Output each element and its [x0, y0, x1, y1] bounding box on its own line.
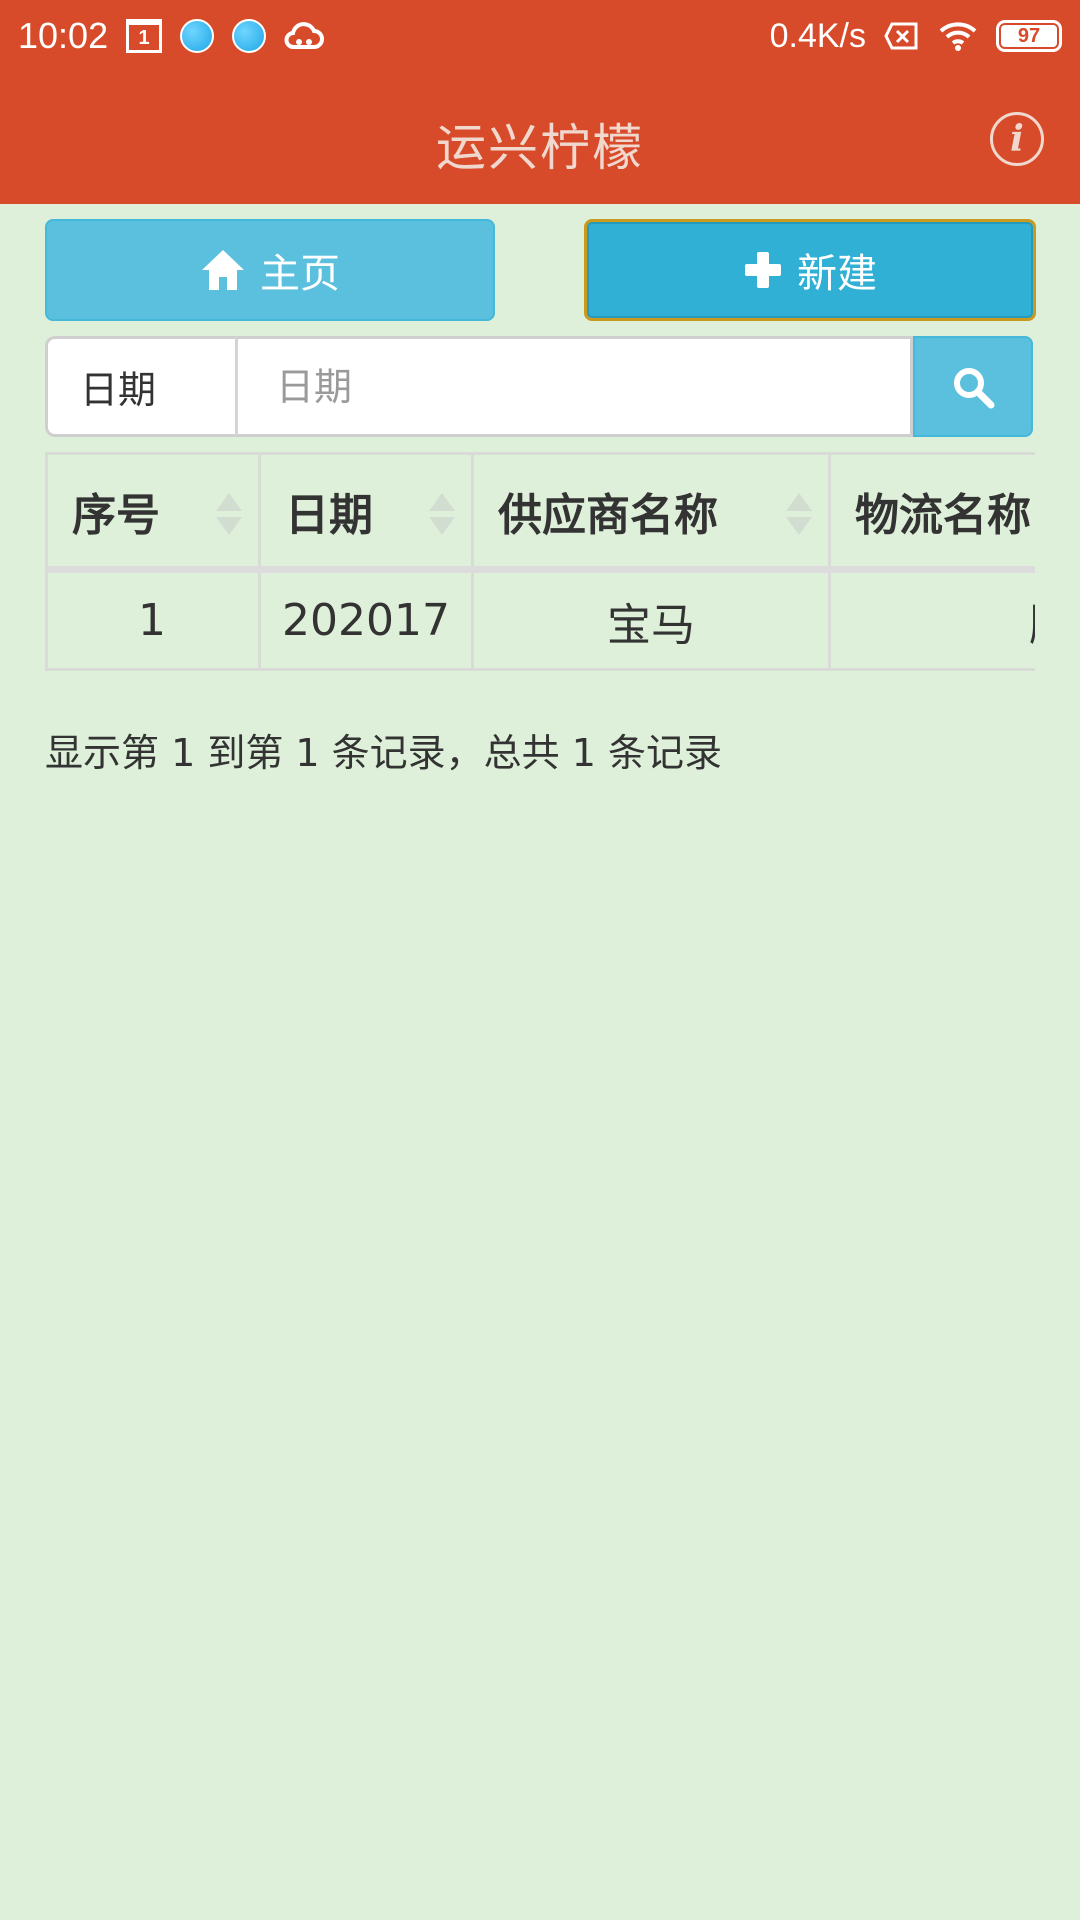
sort-icon: [216, 493, 242, 535]
battery-level: 97: [1001, 25, 1057, 47]
new-button[interactable]: 新建: [584, 219, 1036, 321]
cell-supplier: 宝马: [471, 568, 831, 671]
search-icon: [954, 367, 995, 408]
cell-logistics: 顺丰: [828, 568, 1035, 671]
column-header-logistics[interactable]: 物流名称: [828, 452, 1035, 573]
search-button[interactable]: [913, 336, 1033, 437]
info-icon[interactable]: i: [990, 112, 1044, 166]
sim-error-icon: [884, 22, 920, 50]
app-notification-icon: [180, 19, 215, 53]
sort-icon: [429, 493, 455, 535]
network-speed: 0.4K/s: [769, 16, 866, 55]
status-bar: 10:02 1 0.4K/s 97: [0, 0, 1080, 72]
wifi-icon: [938, 20, 978, 52]
table-header-row: 序号 日期 供应商名称 物流名称: [45, 452, 1035, 573]
home-button[interactable]: 主页: [45, 219, 495, 321]
app-bar: 运兴柠檬 i: [0, 72, 1080, 204]
data-table: 序号 日期 供应商名称 物流名称 1 202017 宝马: [45, 452, 1035, 672]
search-field-label: 日期: [45, 336, 235, 437]
column-header-label: 日期: [285, 489, 373, 541]
column-header-label: 序号: [72, 489, 160, 541]
status-bar-right: 0.4K/s 97: [770, 17, 1062, 56]
sort-icon: [786, 493, 812, 535]
cell-date: 202017: [258, 568, 474, 671]
pagination-info: 显示第 1 到第 1 条记录，总共 1 条记录: [45, 731, 723, 775]
column-header-label: 供应商名称: [498, 489, 718, 541]
home-icon: [202, 250, 244, 290]
cloud-icon: [284, 21, 325, 51]
column-header-supplier[interactable]: 供应商名称: [471, 452, 831, 573]
new-button-label: 新建: [797, 251, 877, 297]
status-bar-left: 10:02 1: [18, 15, 325, 57]
column-header-label: 物流名称: [855, 489, 1031, 541]
status-time: 10:02: [18, 15, 109, 56]
table-row[interactable]: 1 202017 宝马 顺丰: [45, 568, 1035, 671]
column-header-index[interactable]: 序号: [45, 452, 261, 573]
cell-index: 1: [45, 568, 261, 671]
app-notification-icon: [232, 19, 267, 53]
battery-icon: 97: [996, 20, 1062, 52]
column-header-date[interactable]: 日期: [258, 452, 474, 573]
page-title: 运兴柠檬: [436, 119, 644, 177]
search-input[interactable]: [235, 336, 913, 437]
home-button-label: 主页: [260, 251, 340, 297]
plus-icon: [745, 252, 781, 288]
search-bar: 日期: [45, 336, 1033, 437]
calendar-icon: 1: [126, 19, 163, 53]
